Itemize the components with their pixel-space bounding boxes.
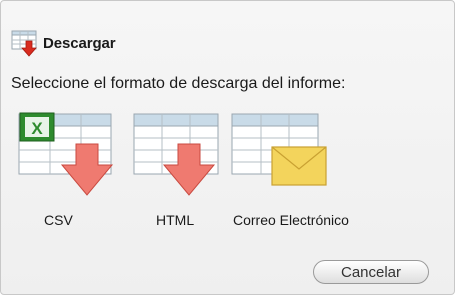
dialog-header: Descargar (11, 29, 116, 57)
table-html-download-icon (133, 113, 219, 196)
format-label-html: HTML (156, 212, 195, 228)
format-label-email: Correo Electrónico (233, 212, 349, 228)
svg-text:X: X (31, 119, 43, 138)
dialog-title: Descargar (43, 34, 116, 52)
table-email-icon (231, 113, 327, 186)
dialog-prompt: Seleccione el formato de descarga del in… (11, 75, 346, 92)
format-label-csv: CSV (44, 212, 73, 228)
cancel-button[interactable]: Cancelar (313, 260, 429, 284)
download-dialog: Descargar Seleccione el formato de desca… (0, 0, 455, 295)
excel-csv-download-icon: X (18, 112, 114, 196)
table-download-icon (11, 30, 37, 57)
